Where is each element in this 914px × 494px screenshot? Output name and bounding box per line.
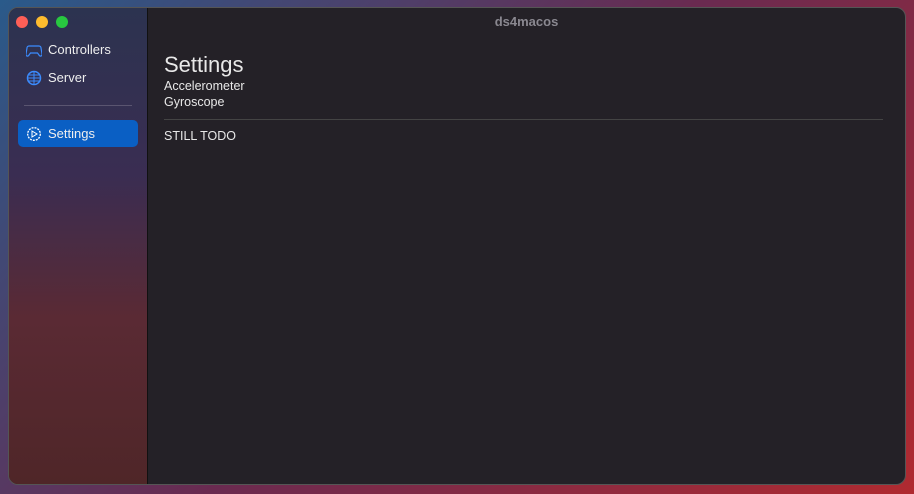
zoom-button[interactable] — [56, 16, 68, 28]
globe-icon — [26, 70, 42, 85]
sidebar-item-label: Controllers — [48, 42, 111, 57]
window-title: ds4macos — [494, 14, 559, 29]
sidebar-item-settings[interactable]: Settings — [18, 120, 138, 147]
gamecontroller-icon — [26, 44, 42, 57]
gear-icon — [27, 126, 41, 141]
todo-text: STILL TODO — [164, 129, 237, 143]
sidebar-item-label: Settings — [48, 126, 95, 141]
detail-pane: ds4macos Settings Accelerometer Gyroscop… — [148, 8, 905, 484]
sidebar-item-controllers[interactable]: Controllers — [18, 36, 138, 63]
sidebar-item-server[interactable]: Server — [18, 64, 138, 91]
sidebar: Controllers Server Settings — [9, 8, 148, 484]
accelerometer-label: Accelerometer — [164, 79, 245, 93]
close-button[interactable] — [16, 16, 28, 28]
app-window: Controllers Server Settings ds4macos Set… — [8, 7, 906, 485]
sidebar-divider — [24, 105, 132, 106]
divider — [164, 119, 883, 120]
traffic-lights — [16, 16, 68, 28]
page-title: Settings — [164, 52, 244, 77]
gyroscope-label: Gyroscope — [164, 95, 225, 109]
minimize-button[interactable] — [36, 16, 48, 28]
sidebar-item-label: Server — [48, 70, 87, 85]
